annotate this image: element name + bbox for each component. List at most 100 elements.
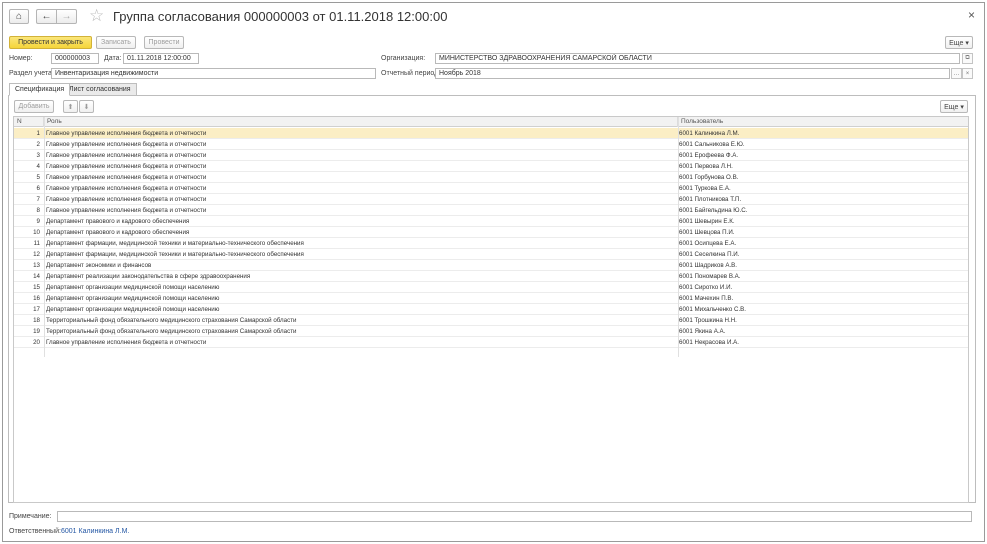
arrow-left-icon: ←: [41, 11, 52, 22]
arrow-up-icon: ⬆: [67, 103, 74, 111]
table-row[interactable]: 15 Департамент организации медицинской по…: [14, 282, 968, 293]
table-row[interactable]: 7 Главное управление исполнения бюджета и…: [14, 194, 968, 205]
post-button[interactable]: Провести: [144, 36, 184, 49]
home-button[interactable]: ⌂: [9, 9, 29, 24]
row-user: 6001 Сеселкина П.И.: [679, 251, 740, 258]
table-row[interactable]: 20 Главное управление исполнения бюджета …: [14, 337, 968, 348]
row-user: 6001 Некрасова И.А.: [679, 339, 739, 346]
column-divider: [678, 117, 679, 357]
move-down-button[interactable]: ⬇: [79, 100, 94, 113]
date-field[interactable]: 01.11.2018 12:00:00: [123, 53, 199, 64]
row-number: 11: [33, 240, 40, 247]
row-user: 6001 Сиротко И.И.: [679, 284, 733, 291]
note-field[interactable]: [57, 511, 972, 522]
table-row[interactable]: 12 Департамент фармации, медицинской техн…: [14, 249, 968, 260]
row-role: Департамент организации медицинской помо…: [46, 295, 220, 302]
number-label: Номер:: [9, 55, 33, 62]
row-role: Департамент организации медицинской помо…: [46, 284, 220, 291]
row-user: 6001 Горбунова О.В.: [679, 174, 739, 181]
row-role: Главное управление исполнения бюджета и …: [46, 339, 207, 346]
home-icon: ⌂: [15, 11, 23, 22]
row-number: 13: [33, 262, 40, 269]
row-user: 6001 Осипцева Е.А.: [679, 240, 737, 247]
period-clear-icon[interactable]: ×: [962, 68, 973, 79]
table-row[interactable]: 5 Главное управление исполнения бюджета и…: [14, 172, 968, 183]
column-header-n[interactable]: N: [14, 117, 44, 127]
row-number: 17: [33, 306, 40, 313]
row-role: Департамент экономики и финансов: [46, 262, 152, 269]
column-header-role[interactable]: Роль: [44, 117, 678, 127]
row-number: 9: [36, 218, 40, 225]
table-row[interactable]: 10 Департамент правового и кадрового обес…: [14, 227, 968, 238]
row-number: 8: [36, 207, 40, 214]
table-row[interactable]: 6 Главное управление исполнения бюджета и…: [14, 183, 968, 194]
post-and-close-button[interactable]: Провести и закрыть: [9, 36, 92, 49]
table-header: N Роль Пользователь: [14, 117, 968, 127]
row-number: 1: [36, 130, 40, 137]
row-number: 4: [36, 163, 40, 170]
add-row-button[interactable]: Добавить: [14, 100, 54, 113]
row-user: 6001 Байгельдина Ю.С.: [679, 207, 748, 214]
row-user: 6001 Плотникова Т.П.: [679, 196, 742, 203]
specification-table: N Роль Пользователь 1 Главное управление …: [13, 116, 969, 503]
responsible-link[interactable]: 6001 Калинкина Л.М.: [61, 528, 129, 535]
row-role: Департамент реализации законодательства …: [46, 273, 251, 280]
row-user: 6001 Пономарев В.А.: [679, 273, 741, 280]
row-role: Главное управление исполнения бюджета и …: [46, 174, 207, 181]
table-row[interactable]: 18 Территориальный фонд обязательного мед…: [14, 315, 968, 326]
row-number: 10: [33, 229, 40, 236]
back-button[interactable]: ←: [36, 9, 56, 24]
column-header-user[interactable]: Пользователь: [678, 117, 968, 127]
row-role: Территориальный фонд обязательного медиц…: [46, 328, 297, 335]
number-field[interactable]: 000000003: [51, 53, 99, 64]
table-row[interactable]: 3 Главное управление исполнения бюджета и…: [14, 150, 968, 161]
arrow-right-icon: →: [61, 11, 72, 22]
favorite-star-icon[interactable]: ☆: [89, 6, 104, 26]
row-role: Департамент правового и кадрового обеспе…: [46, 229, 190, 236]
more-menu-button[interactable]: Еще ▾: [945, 36, 973, 49]
table-row[interactable]: 4 Главное управление исполнения бюджета и…: [14, 161, 968, 172]
forward-button[interactable]: →: [56, 9, 77, 24]
section-label: Раздел учета:: [9, 70, 54, 77]
window-title: Группа согласования 000000003 от 01.11.2…: [113, 9, 448, 24]
row-number: 19: [33, 328, 40, 335]
row-number: 7: [36, 196, 40, 203]
row-user: 6001 Шевцова П.И.: [679, 229, 735, 236]
row-user: 6001 Трошкина Н.Н.: [679, 317, 737, 324]
section-field[interactable]: Инвентаризация недвижимости: [51, 68, 376, 79]
table-row[interactable]: 17 Департамент организации медицинской по…: [14, 304, 968, 315]
row-number: 2: [36, 141, 40, 148]
row-number: 6: [36, 185, 40, 192]
row-user: 6001 Шадриков А.В.: [679, 262, 738, 269]
table-row[interactable]: 2 Главное управление исполнения бюджета и…: [14, 139, 968, 150]
row-user: 6001 Якина А.А.: [679, 328, 726, 335]
period-field[interactable]: Ноябрь 2018: [435, 68, 950, 79]
row-role: Департамент фармации, медицинской техник…: [46, 251, 304, 258]
row-role: Главное управление исполнения бюджета и …: [46, 185, 207, 192]
table-row[interactable]: 16 Департамент организации медицинской по…: [14, 293, 968, 304]
row-role: Главное управление исполнения бюджета и …: [46, 163, 207, 170]
table-row[interactable]: 11 Департамент фармации, медицинской техн…: [14, 238, 968, 249]
period-select-icon[interactable]: …: [951, 68, 962, 79]
close-icon[interactable]: ×: [968, 8, 975, 22]
table-row[interactable]: 8 Главное управление исполнения бюджета и…: [14, 205, 968, 216]
table-row[interactable]: 1 Главное управление исполнения бюджета и…: [14, 128, 968, 139]
row-number: 15: [33, 284, 40, 291]
table-row[interactable]: 14 Департамент реализации законодательств…: [14, 271, 968, 282]
row-number: 20: [33, 339, 40, 346]
organization-field[interactable]: МИНИСТЕРСТВО ЗДРАВООХРАНЕНИЯ САМАРСКОЙ О…: [435, 53, 960, 64]
row-role: Территориальный фонд обязательного медиц…: [46, 317, 297, 324]
organization-label: Организация:: [381, 55, 426, 62]
move-up-button[interactable]: ⬆: [63, 100, 78, 113]
period-label: Отчетный период:: [381, 70, 441, 77]
table-row[interactable]: 9 Департамент правового и кадрового обесп…: [14, 216, 968, 227]
table-more-button[interactable]: Еще ▾: [940, 100, 968, 113]
row-role: Главное управление исполнения бюджета и …: [46, 207, 207, 214]
row-number: 16: [33, 295, 40, 302]
table-row[interactable]: 13 Департамент экономики и финансов 6001 Ш…: [14, 260, 968, 271]
table-row[interactable]: 19 Территориальный фонд обязательного мед…: [14, 326, 968, 337]
tab-specification[interactable]: Спецификация: [9, 83, 71, 96]
write-button[interactable]: Записать: [96, 36, 136, 49]
row-user: 6001 Ерофеева Ф.А.: [679, 152, 739, 159]
open-link-icon[interactable]: ⧉: [962, 53, 973, 64]
